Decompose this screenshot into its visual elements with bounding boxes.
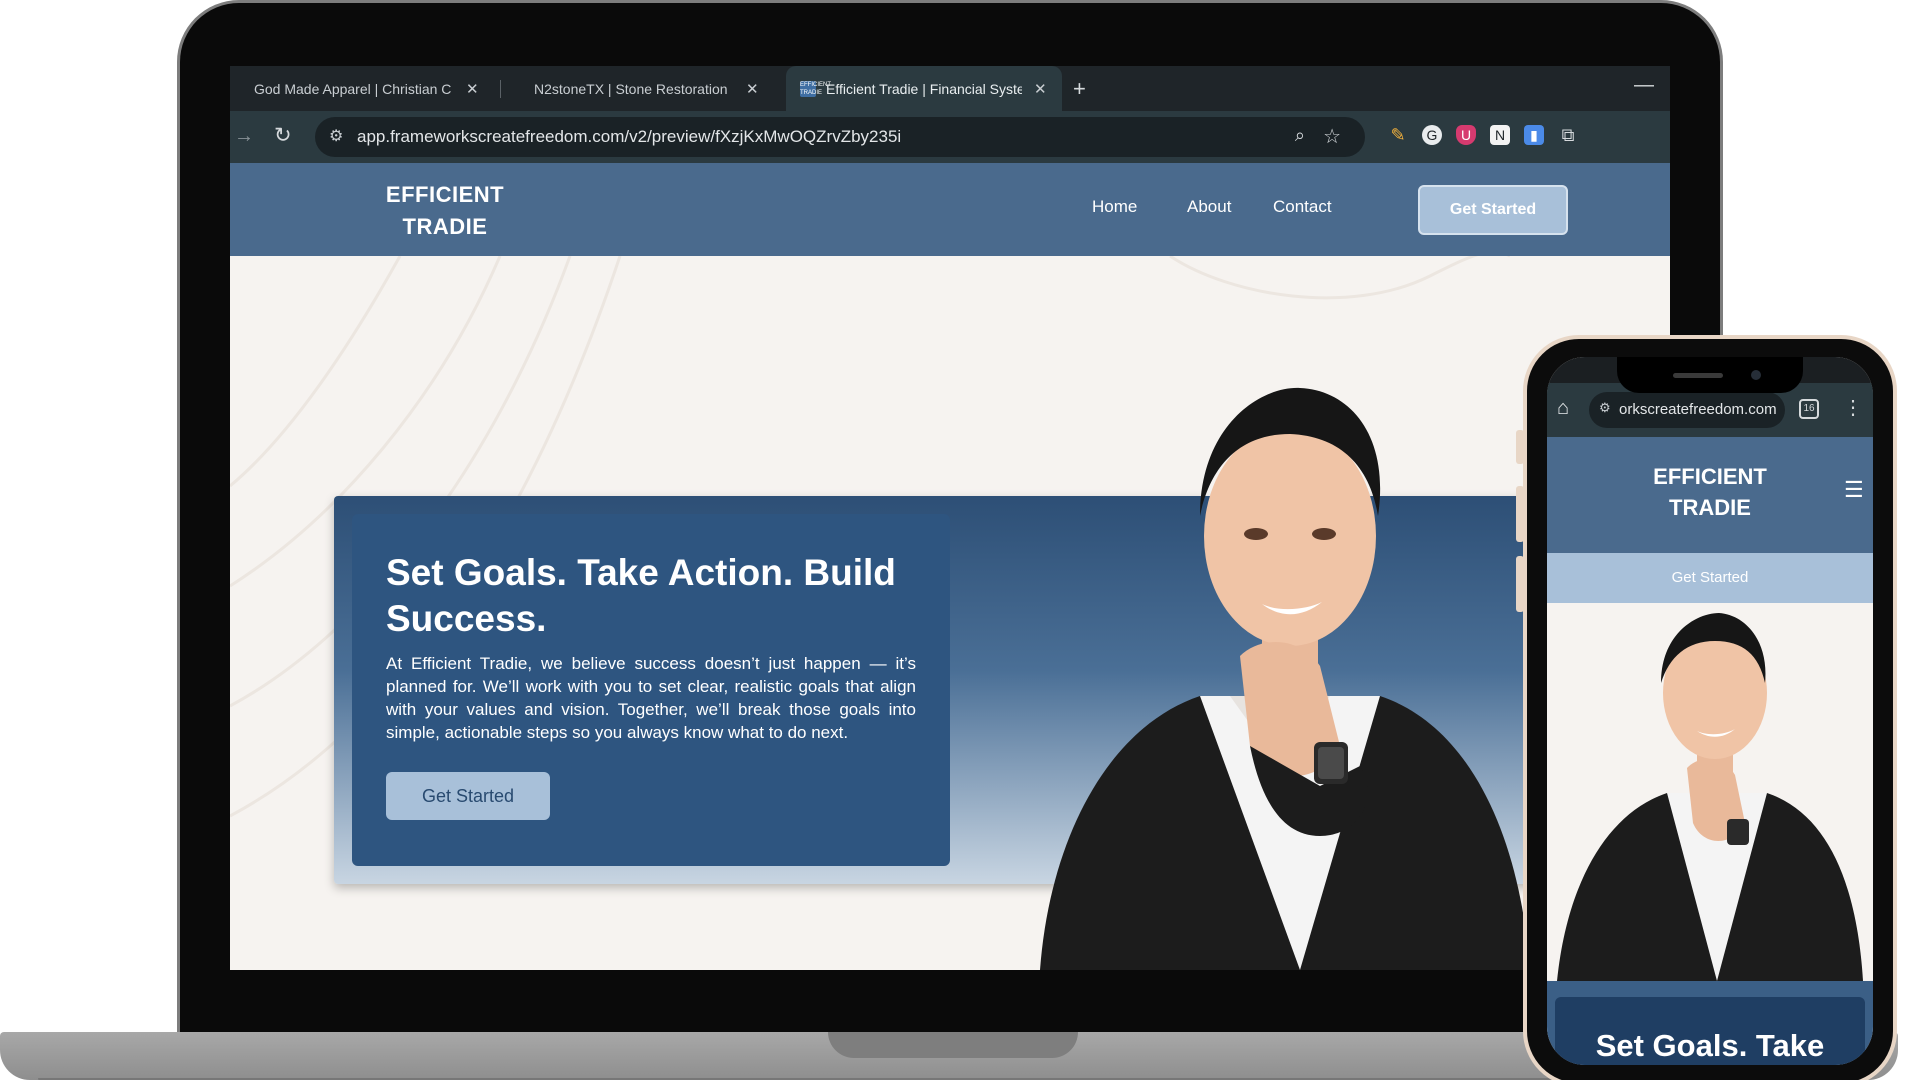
tab-god-made-apparel[interactable]: God Made Apparel | Christian C ✕ xyxy=(240,66,506,111)
phone-camera xyxy=(1751,370,1761,380)
close-icon[interactable]: ✕ xyxy=(466,80,479,98)
tab-title: Efficient Tradie | Financial Syste xyxy=(826,80,1022,97)
phone-frame: ⌂ ⚙ orkscreatefreedom.com 16 ⋮ EFFICIENT… xyxy=(1523,335,1897,1080)
laptop-screen: God Made Apparel | Christian C ✕ N2stone… xyxy=(230,66,1670,970)
get-started-button[interactable]: Get Started xyxy=(1418,185,1568,235)
address-bar[interactable]: ⚙ app.frameworkscreatefreedom.com/v2/pre… xyxy=(315,117,1365,157)
nav-home[interactable]: Home xyxy=(1092,197,1137,217)
new-tab-button[interactable]: + xyxy=(1073,76,1086,102)
phone-hero-title: Set Goals. Take xyxy=(1595,1028,1825,1063)
phone-site-header: EFFICIENT TRADIE ☰ xyxy=(1547,437,1873,553)
hero-get-started-button[interactable]: Get Started xyxy=(386,772,550,820)
url-text[interactable]: app.frameworkscreatefreedom.com/v2/previ… xyxy=(357,127,901,147)
phone-screen: ⌂ ⚙ orkscreatefreedom.com 16 ⋮ EFFICIENT… xyxy=(1547,357,1873,1065)
phone-woman-portrait-photo xyxy=(1557,613,1863,981)
ublock-shield-icon[interactable]: U xyxy=(1456,125,1476,145)
mockup-stage: God Made Apparel | Christian C ✕ N2stone… xyxy=(0,0,1920,1080)
nav-about[interactable]: About xyxy=(1187,197,1231,217)
zoom-icon[interactable]: ⌕ xyxy=(1295,125,1305,146)
hero-title: Set Goals. Take Action. Build Success. xyxy=(386,552,896,639)
phone-site-logo[interactable]: EFFICIENT TRADIE xyxy=(1547,461,1873,523)
phone-get-started-button[interactable]: Get Started xyxy=(1547,553,1873,603)
phone-hero-card: Set Goals. Take xyxy=(1555,997,1865,1065)
bookmark-star-icon[interactable]: ☆ xyxy=(1323,124,1341,149)
forward-arrow-icon[interactable]: → xyxy=(234,125,254,148)
browser-toolbar: → ↻ ⚙ app.frameworkscreatefreedom.com/v2… xyxy=(230,111,1670,163)
woman-portrait-photo xyxy=(1040,387,1530,970)
phone-address-bar[interactable]: ⚙ orkscreatefreedom.com xyxy=(1589,392,1785,428)
site-header: EFFICIENT TRADIE Home About Contact Get … xyxy=(230,163,1670,256)
nav-contact[interactable]: Contact xyxy=(1273,197,1332,217)
home-icon[interactable]: ⌂ xyxy=(1557,397,1569,420)
tab-title: God Made Apparel | Christian C xyxy=(254,80,452,97)
site-favicon-icon: EFFICIENT TRADIE xyxy=(800,80,831,97)
more-menu-icon[interactable]: ⋮ xyxy=(1843,395,1863,420)
hero-description: At Efficient Tradie, we believe success … xyxy=(386,654,916,742)
close-icon[interactable]: ✕ xyxy=(746,80,759,98)
site-settings-icon[interactable]: ⚙ xyxy=(1599,400,1611,416)
tab-separator xyxy=(500,80,501,98)
phone-url-text[interactable]: orkscreatefreedom.com xyxy=(1619,401,1779,418)
browser-tab-bar: God Made Apparel | Christian C ✕ N2stone… xyxy=(230,66,1670,111)
site-logo[interactable]: EFFICIENT TRADIE xyxy=(360,179,530,243)
tab-count-icon[interactable]: 16 xyxy=(1799,399,1819,419)
tab-efficient-tradie[interactable]: EFFICIENT TRADIE Efficient Tradie | Fina… xyxy=(786,66,1062,111)
extensions-puzzle-icon[interactable]: ⧉ xyxy=(1558,125,1578,145)
reload-icon[interactable]: ↻ xyxy=(274,123,292,148)
grammar-extension-icon[interactable]: G xyxy=(1422,125,1442,145)
notion-extension-icon[interactable]: N xyxy=(1490,125,1510,145)
copy-extension-icon[interactable]: ▮ xyxy=(1524,125,1544,145)
tab-n2stonetx[interactable]: N2stoneTX | Stone Restoration ✕ xyxy=(520,66,786,111)
hero-section: Set Goals. Take Action. Build Success. A… xyxy=(230,256,1670,970)
hamburger-menu-icon[interactable]: ☰ xyxy=(1844,477,1864,503)
site-settings-icon[interactable]: ⚙ xyxy=(329,126,343,146)
tab-title: N2stoneTX | Stone Restoration xyxy=(534,80,728,97)
minimize-window-icon[interactable]: — xyxy=(1634,74,1654,97)
phone-dynamic-island xyxy=(1617,357,1803,393)
hero-card: Set Goals. Take Action. Build Success. A… xyxy=(352,514,950,866)
laptop-notch xyxy=(828,1032,1078,1058)
phone-speaker xyxy=(1673,373,1723,378)
pen-extension-icon[interactable]: ✎ xyxy=(1388,125,1408,145)
close-icon[interactable]: ✕ xyxy=(1034,80,1047,98)
